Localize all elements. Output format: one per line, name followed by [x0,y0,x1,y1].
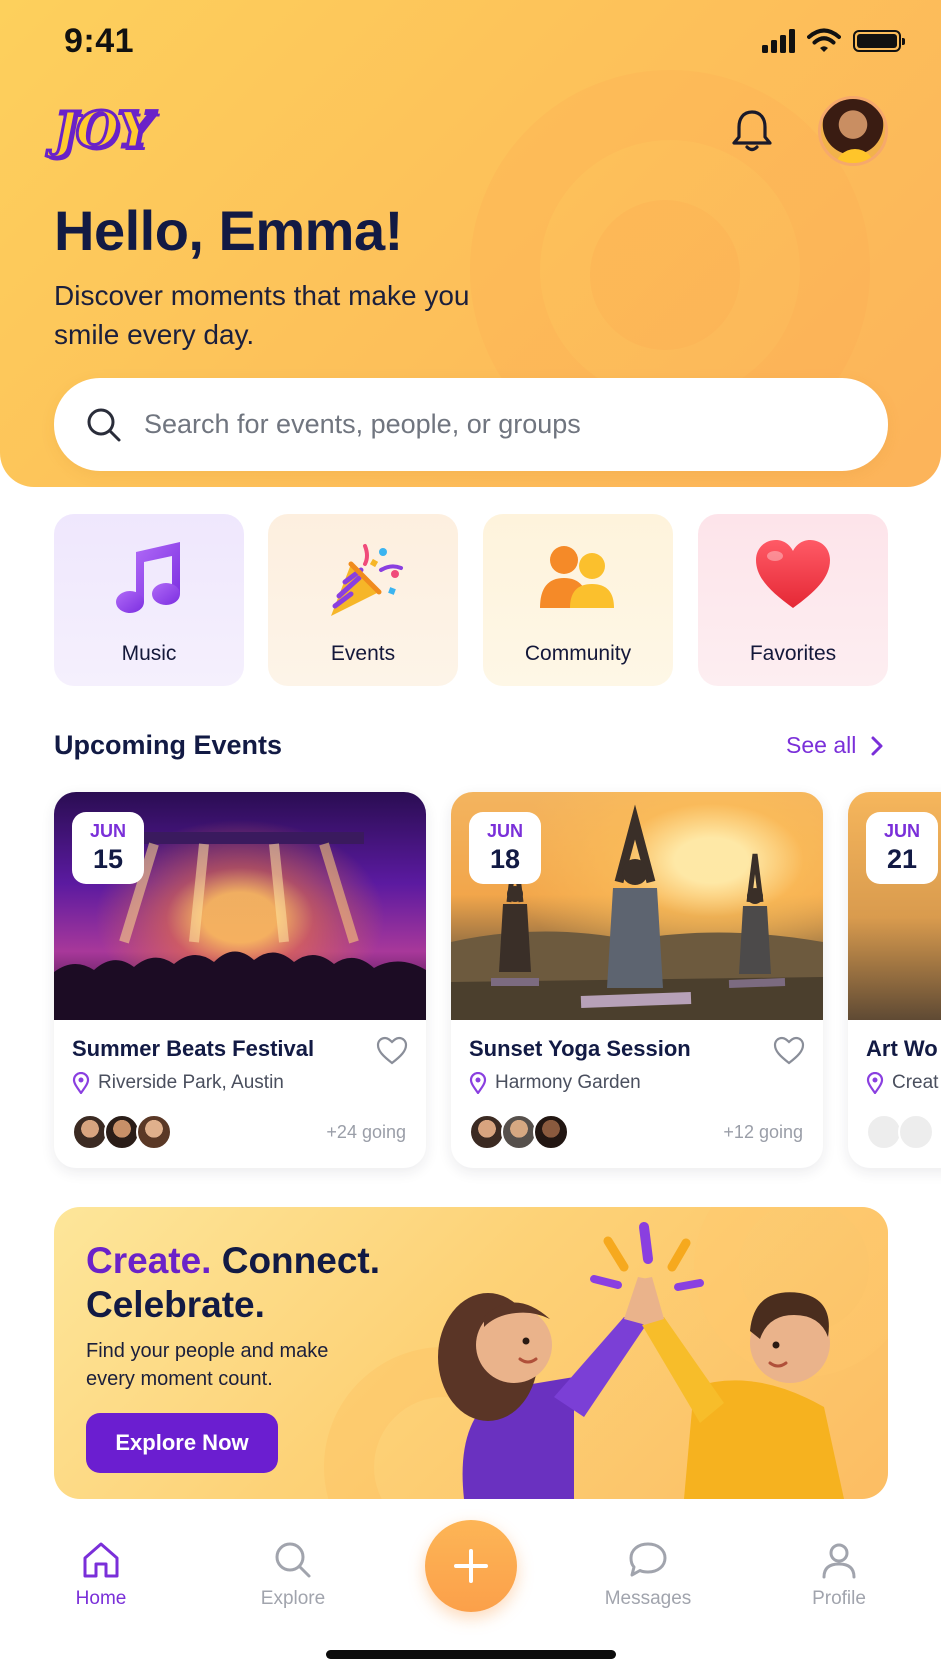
attendee-avatar [136,1114,172,1150]
chat-bubble-icon [629,1542,667,1577]
app-logo: JOY [53,99,155,161]
location-pin-icon [72,1072,90,1094]
hero-header: 9:41 JOY Hello, Emma! Discover moments t… [0,0,941,487]
promo-headline-part: Celebrate. [86,1284,265,1325]
user-avatar[interactable] [818,96,888,166]
category-label: Community [524,642,632,665]
attendee-avatar-placeholder [866,1114,902,1150]
event-date-badge: JUN 18 [469,812,541,884]
location-pin-icon [469,1072,487,1094]
heart-icon [756,540,830,608]
location-pin-icon [866,1072,884,1094]
search-bar[interactable]: Search for events, people, or groups [54,378,888,471]
explore-now-button[interactable]: Explore Now [86,1413,278,1473]
plus-icon [454,1549,488,1583]
attendee-avatars [72,1114,172,1150]
category-music[interactable]: Music [54,514,244,686]
greeting-subtitle: Discover moments that make you smile eve… [54,280,470,350]
event-card[interactable]: JUN 21 Art Wo Creat [848,792,941,1168]
promo-body: Find your people and make every moment c… [86,1340,329,1390]
music-note-icon [116,542,180,613]
wifi-icon [807,28,841,52]
category-label: Events [330,642,396,665]
event-date-badge: JUN 21 [866,812,938,884]
event-title: Summer Beats Festival [72,1036,315,1061]
category-label: Music [121,642,177,665]
search-icon [275,1542,311,1578]
greeting-title: Hello, Emma! [54,199,403,262]
event-date-badge: JUN 15 [72,812,144,884]
category-events[interactable]: Events [268,514,458,686]
promo-headline-part: Connect. [211,1240,381,1281]
see-all-link[interactable]: See all [786,732,884,759]
promo-banner: Create. Connect. Celebrate. Find your pe… [54,1207,888,1499]
event-location: Harmony Garden [469,1072,641,1094]
event-day: 15 [92,844,124,874]
tab-label: Messages [604,1588,692,1609]
event-going-count: +12 going [723,1122,803,1142]
attendee-avatar [72,1114,108,1150]
event-location: Riverside Park, Austin [72,1072,284,1094]
home-indicator [326,1650,616,1659]
event-location-text: Harmony Garden [495,1072,641,1093]
tab-profile[interactable]: Profile [779,1540,899,1610]
tab-label: Profile [812,1588,866,1609]
notification-bell-icon[interactable] [726,104,778,156]
section-title-upcoming: Upcoming Events [54,730,283,760]
event-location-text: Creat [892,1072,939,1093]
category-favorites[interactable]: Favorites [698,514,888,686]
promo-headline-accent: Create. [86,1240,212,1281]
event-going-count: +24 going [326,1122,406,1142]
people-icon [540,546,614,608]
favorite-heart-icon[interactable] [376,1036,408,1066]
attendee-avatars [469,1114,569,1150]
attendee-avatar [501,1114,537,1150]
attendee-avatar [104,1114,140,1150]
attendee-avatar [533,1114,569,1150]
event-day: 21 [886,844,918,874]
event-title: Sunset Yoga Session [469,1036,691,1061]
category-label: Favorites [749,642,837,665]
party-popper-icon [331,544,403,616]
see-all-label: See all [786,732,857,758]
tab-messages[interactable]: Messages [588,1540,708,1610]
tab-label: Explore [260,1588,326,1609]
category-community[interactable]: Community [483,514,673,686]
attendee-avatar [469,1114,505,1150]
search-icon [87,408,121,441]
create-fab-button[interactable] [425,1520,517,1612]
event-month: JUN [89,821,126,841]
status-time: 9:41 [64,22,135,60]
event-photo-art: JUN 21 [848,792,941,1020]
event-location-text: Riverside Park, Austin [98,1072,284,1093]
chevron-right-icon [871,736,883,755]
favorite-heart-icon[interactable] [773,1036,805,1066]
tab-home[interactable]: Home [41,1540,161,1610]
battery-icon [853,30,905,52]
event-photo-concert: JUN 15 [54,792,426,1020]
promo-headline: Create. Connect. Celebrate. [86,1239,380,1327]
attendee-avatars [866,1114,934,1150]
tab-label: Home [75,1588,127,1609]
status-icons [762,28,905,54]
event-photo-yoga: JUN 18 [451,792,823,1020]
cellular-signal-icon [762,29,795,53]
hero-decoration [590,200,740,350]
event-card[interactable]: JUN 15 Summer Beats Festival Riverside P… [54,792,426,1168]
event-month: JUN [883,821,920,841]
event-location: Creat [866,1072,938,1094]
event-month: JUN [486,821,523,841]
event-day: 18 [489,844,521,874]
attendee-avatar-placeholder [898,1114,934,1150]
event-card[interactable]: JUN 18 Sunset Yoga Session Harmony Garde… [451,792,823,1168]
event-title: Art Wo [866,1036,938,1061]
home-icon [83,1542,119,1578]
high-five-illustration [438,1222,844,1499]
person-icon [822,1543,856,1579]
tab-explore[interactable]: Explore [233,1540,353,1610]
search-placeholder: Search for events, people, or groups [144,409,581,439]
